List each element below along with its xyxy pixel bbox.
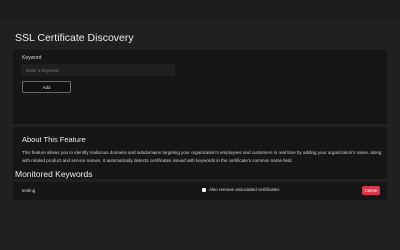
keyword-text: testing: [22, 188, 36, 193]
main-content: SSL Certificate Discovery Keyword Add Ab…: [0, 20, 400, 250]
monitored-keyword-row: testing Also remove associated certifica…: [13, 182, 387, 200]
page-title: SSL Certificate Discovery: [15, 32, 134, 44]
top-bar: [0, 0, 400, 20]
keyword-form-card: Keyword Add: [13, 50, 387, 124]
keyword-input[interactable]: [21, 64, 175, 76]
remove-associated-option[interactable]: Also remove associated certificates: [202, 187, 280, 192]
add-keyword-button[interactable]: Add: [22, 81, 71, 93]
delete-keyword-button[interactable]: Delete: [362, 186, 380, 195]
keyword-label: Keyword: [22, 55, 42, 61]
remove-associated-checkbox[interactable]: [202, 187, 206, 192]
about-title: About This Feature: [22, 135, 86, 144]
remove-associated-label: Also remove associated certificates: [209, 187, 280, 192]
monitored-keywords-title: Monitored Keywords: [15, 169, 93, 179]
about-description: This feature allows you to identify mali…: [22, 150, 382, 163]
